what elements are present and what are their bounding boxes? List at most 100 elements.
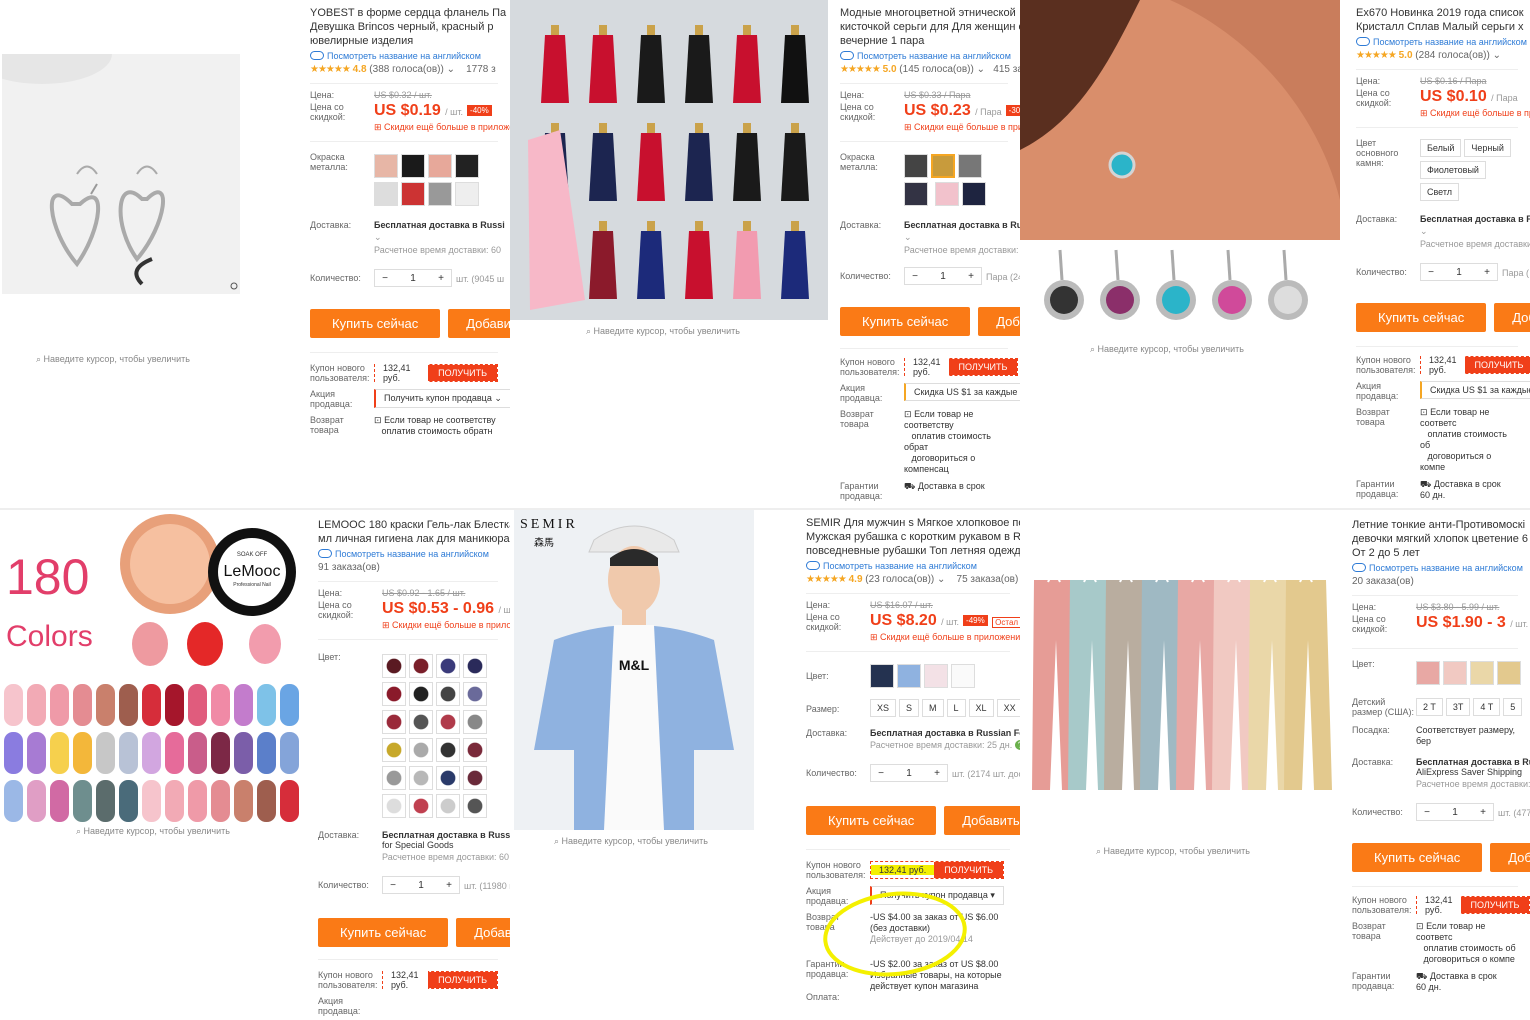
new-user-coupon[interactable]: 132,41 руб. ПОЛУЧИТЬ [1416,895,1530,915]
seller-coupon-dropdown[interactable]: Получить купон продавца ⌄ [374,389,510,408]
color-swatch[interactable] [409,682,433,706]
new-user-coupon[interactable]: 132,41 руб. ПОЛУЧИТЬ [1420,355,1530,375]
app-promo-link[interactable]: ⊞ Скидки ещё больше в приложении [870,632,1020,643]
buy-now-button[interactable]: Купить сейчас [310,309,441,338]
color-swatch[interactable] [463,682,487,706]
quantity-stepper[interactable]: −1 + [904,267,982,285]
app-promo-link[interactable]: ⊞ Скидки ещё больше в приложении [904,122,1020,133]
size-option[interactable]: L [946,699,966,717]
rating[interactable]: ★★★★★ 4.8 (388 голоса(ов)) ⌄ 1778 з [310,64,498,75]
rating[interactable]: ★★★★★ 5.0 (145 голоса(ов)) ⌄ 415 за [840,64,1020,75]
shipping-method[interactable]: Бесплатная доставка в Ru [1416,757,1530,767]
size-option[interactable]: XL [968,699,994,717]
new-user-coupon[interactable]: 132,41 руб. ПОЛУЧИТЬ [374,363,498,383]
option-swatch[interactable] [428,154,452,178]
color-option[interactable]: Фиолетовый [1420,161,1486,179]
seller-discount[interactable]: Скидка US $1 за каждые US [904,383,1020,401]
color-swatch-pink[interactable] [924,664,948,688]
color-swatch[interactable] [463,766,487,790]
option-swatch-selected[interactable] [931,154,955,178]
buy-now-button[interactable]: Купить сейчас [806,806,937,835]
option-swatch[interactable] [962,182,987,206]
add-to-cart-button[interactable]: Добавить в корзину [1490,843,1530,872]
shipping-method[interactable]: Бесплатная доставка в Russian Fede [870,728,1020,738]
add-to-cart-button[interactable]: Добавить в корзину [978,307,1020,336]
color-swatch[interactable] [409,654,433,678]
color-swatch[interactable] [1497,661,1521,685]
app-promo-link[interactable]: ⊞ Скидки ещё больше в приложении [382,620,510,631]
color-swatch[interactable] [409,766,433,790]
add-to-cart-button[interactable]: Добавить в корзину [456,918,510,947]
product-image-secondary[interactable] [1020,240,1340,336]
shipping-method[interactable]: Бесплатная доставка в Russian I [382,830,510,840]
color-swatch[interactable] [382,794,406,818]
shipping-method[interactable]: Бесплатная доставка в F [1420,214,1530,224]
english-title-link[interactable]: Посмотреть название на английском [806,561,1010,571]
english-title-link[interactable]: Посмотреть название на английском [1356,37,1527,47]
option-swatch[interactable] [455,182,479,206]
quantity-stepper[interactable]: −1 + [1416,803,1494,821]
color-swatch[interactable] [436,794,460,818]
option-swatch[interactable] [428,182,452,206]
color-swatch[interactable] [436,738,460,762]
option-swatch[interactable] [904,154,928,178]
shipping-method[interactable]: Бесплатная доставка в Russi [374,220,505,230]
add-to-cart-button[interactable]: Добавить в корзину [944,806,1020,835]
add-to-cart-button[interactable]: Добавить в корзину [448,309,510,338]
product-image[interactable]: SEMIR 森馬 M&L [514,510,754,830]
color-swatch[interactable] [382,766,406,790]
product-image[interactable] [1020,0,1340,240]
quantity-stepper[interactable]: −1 + [382,876,460,894]
color-swatch-white[interactable] [951,664,975,688]
option-swatch[interactable] [904,182,928,206]
rating[interactable]: ★★★★★ 4.9 (23 голоса(ов)) ⌄ 75 заказа(ов… [806,574,1018,585]
color-swatch-blue[interactable] [897,664,921,688]
option-swatch[interactable] [935,182,960,206]
size-option[interactable]: 3T [1445,698,1471,716]
color-swatch[interactable] [1443,661,1467,685]
option-swatch[interactable] [455,154,479,178]
shipping-method[interactable]: Бесплатная доставка в Russ [904,220,1020,230]
size-option[interactable]: 2 T [1416,698,1443,716]
size-option[interactable]: 5 [1503,698,1523,716]
color-option[interactable]: Черный [1464,139,1511,157]
size-option[interactable]: M [922,699,944,717]
option-swatch[interactable] [374,182,398,206]
option-swatch[interactable] [374,154,398,178]
new-user-coupon[interactable]: 132,41 руб. ПОЛУЧИТЬ [904,357,1019,377]
color-swatch[interactable] [382,738,406,762]
color-swatch[interactable] [436,710,460,734]
color-swatch[interactable] [463,654,487,678]
product-image[interactable]: 180 Colors SOAK OFF LeMooc Professional … [0,514,306,830]
color-swatch[interactable] [1470,661,1494,685]
english-title-link[interactable]: Посмотреть название на английском [318,549,498,559]
color-swatch[interactable] [436,654,460,678]
english-title-link[interactable]: Посмотреть название на английском [310,51,498,61]
buy-now-button[interactable]: Купить сейчас [318,918,449,947]
color-option[interactable]: Светл [1420,183,1460,201]
color-swatch-navy[interactable] [870,664,894,688]
size-option[interactable]: S [899,699,920,717]
color-swatch[interactable] [382,682,406,706]
buy-now-button[interactable]: Купить сейчас [840,307,971,336]
add-to-cart-button[interactable]: Добавить в корзину [1494,303,1530,332]
seller-discount[interactable]: Скидка US $1 за каждые [1420,381,1530,399]
color-swatch[interactable] [436,682,460,706]
quantity-stepper[interactable]: −1 + [870,764,948,782]
size-option[interactable]: 4 T [1473,698,1501,716]
size-option[interactable]: XS [870,699,897,717]
english-title-link[interactable]: Посмотреть название на английском [840,51,1011,61]
color-swatch[interactable] [382,710,406,734]
color-swatch[interactable] [463,794,487,818]
option-swatch[interactable] [958,154,982,178]
rating[interactable]: ★★★★★ 5.0 (284 голоса(ов)) ⌄ [1356,50,1518,61]
english-title-link[interactable]: Посмотреть название на английском [1352,563,1523,573]
color-swatch[interactable] [409,738,433,762]
product-image[interactable] [510,0,828,320]
new-user-coupon[interactable]: 132,41 руб. ПОЛУЧИТЬ [870,861,1005,879]
color-swatch[interactable] [436,766,460,790]
new-user-coupon[interactable]: 132,41 руб. ПОЛУЧИТЬ [382,970,498,990]
color-swatch[interactable] [409,794,433,818]
product-image[interactable] [1020,510,1340,830]
color-swatch[interactable] [463,738,487,762]
